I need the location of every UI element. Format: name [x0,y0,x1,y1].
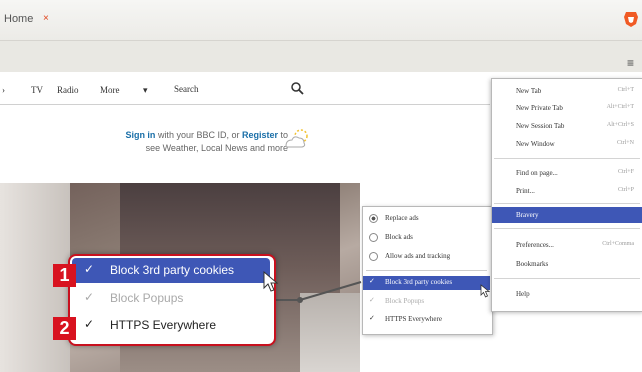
tab-close-icon[interactable]: × [43,13,49,24]
menu-item-label: Bookmarks [516,260,549,268]
sign-in-link[interactable]: Sign in [125,130,155,140]
nav-item-radio[interactable]: Radio [57,85,79,95]
menu-item-label: Print... [516,187,535,195]
tab-title[interactable]: Home [4,13,33,25]
check-icon: ✓ [84,317,95,331]
submenu-label: Block 3rd party cookies [385,278,453,286]
menu-item-shortcut: Ctrl+F [617,169,634,175]
menu-item-label: New Private Tab [516,104,563,112]
signin-text-mid: with your BBC ID, or [155,130,242,140]
menu-divider [494,203,640,204]
menu-item-label: New Session Tab [516,122,565,130]
submenu-label: Allow ads and tracking [385,252,451,260]
check-icon: ✓ [84,290,95,304]
signin-text-line2: see Weather, Local News and more [145,143,288,153]
zoom-item-block-3rd-party-cookies[interactable]: ✓ Block 3rd party cookies [72,258,270,283]
menu-item-new-session-tab[interactable]: New Session Tab Alt+Ctrl+S [492,118,642,134]
submenu-label: Block ads [385,233,413,241]
submenu-block-ads[interactable]: Block ads [363,231,490,245]
search-icon[interactable] [290,81,304,95]
weather-icon [285,129,308,148]
menu-item-label: New Tab [516,87,542,95]
check-icon: ✓ [369,277,375,285]
menu-divider [494,158,640,159]
submenu-label: HTTPS Everywhere [385,315,442,323]
menu-item-label: Find on page... [516,169,558,177]
check-icon: ✓ [369,314,375,322]
menu-item-shortcut: Ctrl+T [617,87,634,93]
submenu-divider [366,270,487,271]
brave-lion-icon[interactable] [623,11,639,28]
zoom-item-label: Block Popups [110,291,184,305]
submenu-block-3rd-party-cookies[interactable]: ✓ Block 3rd party cookies [363,276,490,290]
zoom-item-https-everywhere[interactable]: ✓ HTTPS Everywhere [72,313,270,338]
menu-item-preferences[interactable]: Preferences... Ctrl+Comma [492,237,642,253]
submenu-block-popups[interactable]: ✓ Block Popups [363,295,490,309]
submenu-https-everywhere[interactable]: ✓ HTTPS Everywhere [363,313,490,327]
menu-item-shortcut: Alt+Ctrl+S [606,122,634,128]
photo-lower-right [300,293,360,372]
hamburger-menu-icon[interactable]: ≡ [627,56,634,70]
menu-item-bravery[interactable]: Bravery [492,207,642,223]
menu-item-label: Help [516,290,530,298]
menu-item-find-on-page[interactable]: Find on page... Ctrl+F [492,165,642,181]
mouse-cursor-icon [263,271,279,292]
nav-item-more[interactable]: More [100,85,120,95]
submenu-allow-ads[interactable]: Allow ads and tracking [363,250,490,264]
tab-strip: Home × [0,0,642,41]
menu-item-print[interactable]: Print... Ctrl+P [492,183,642,199]
submenu-label: Replace ads [385,214,419,222]
menu-item-new-window[interactable]: New Window Ctrl+N [492,136,642,152]
search-placeholder: Search [174,84,199,94]
signin-prompt: Sign in with your BBC ID, or Register to… [88,129,288,155]
chevron-down-icon[interactable]: ▾ [143,85,148,96]
register-link[interactable]: Register [242,130,278,140]
menu-divider [494,278,640,279]
menu-item-shortcut: Ctrl+N [616,140,634,146]
mouse-cursor-icon [480,284,490,298]
submenu-label: Block Popups [385,297,425,305]
menu-item-label: New Window [516,140,555,148]
submenu-replace-ads[interactable]: Replace ads [363,212,490,226]
check-icon: ✓ [369,296,375,304]
nav-item-tv[interactable]: TV [31,85,43,95]
menu-item-new-tab[interactable]: New Tab Ctrl+T [492,83,642,99]
menu-item-new-private-tab[interactable]: New Private Tab Alt+Ctrl+T [492,100,642,116]
menu-item-shortcut: Ctrl+Comma [602,241,634,247]
zoom-item-label: HTTPS Everywhere [110,318,217,332]
menu-item-shortcut: Alt+Ctrl+T [606,104,634,110]
zoom-item-label: Block 3rd party cookies [110,263,235,277]
step-badge-2: 2 [53,317,76,340]
menu-divider [494,228,640,229]
menu-item-help[interactable]: Help [492,286,642,302]
radio-icon [369,233,378,242]
zoom-item-block-popups[interactable]: ✓ Block Popups [72,286,270,311]
browser-toolbar [0,41,642,73]
radio-icon [369,252,378,261]
check-icon: ✓ [84,262,95,276]
nav-caret-fragment: › [2,85,5,95]
menu-item-label: Preferences... [516,241,554,249]
menu-item-bookmarks[interactable]: Bookmarks [492,256,642,272]
radio-selected-icon [369,214,378,223]
menu-item-shortcut: Ctrl+P [617,187,634,193]
step-badge-1: 1 [53,264,76,287]
menu-item-label: Bravery [516,211,539,219]
